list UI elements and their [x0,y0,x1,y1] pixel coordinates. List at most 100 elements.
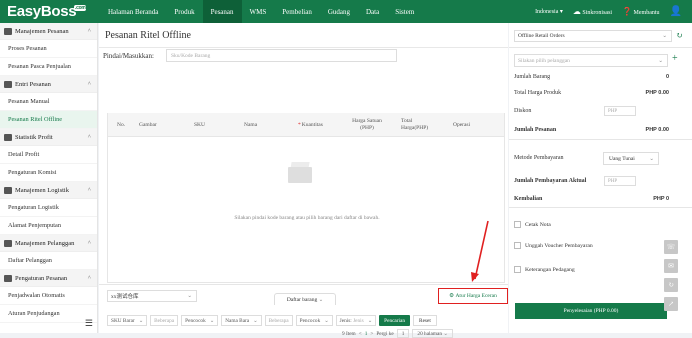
page-size-select[interactable]: 20 halaman ⌄ [412,329,453,338]
col-unit-price: Harga Satuan (PHP) [352,118,382,131]
page-title: Pesanan Ritel Offline [105,30,191,41]
item-qty-row: Jumlah Barang 0 [514,74,669,80]
sidebar-item-logistics-settings[interactable]: Pengaturan Logistik [0,199,97,217]
col-quantity: * Kuantitas [298,121,323,128]
chevron-down-icon: ⌄ [138,317,144,324]
sidebar-item-commission[interactable]: Pengaturan Komisi [0,164,97,182]
next-page-icon[interactable]: > [370,331,373,337]
sku-filter-input[interactable]: Beberapa [150,315,179,326]
name-match-select[interactable]: Pencocok ⌄ [295,315,333,326]
settle-button[interactable]: Penyelesaian (PHP 0.00) [515,303,667,319]
col-image: Gambar [139,121,157,128]
set-retail-price-button[interactable]: ⚙ Atur Harga Eceran [438,288,508,304]
name-filter-select[interactable]: Nama Bara ⌄ [221,315,262,326]
order-type-select[interactable]: Offline Retail Orders ⌄ [514,30,672,42]
sidebar-item-pickup-address[interactable]: Alamat Penjemputan [0,217,97,235]
nav-warehouse[interactable]: Gudang [320,0,358,23]
goods-list-toggle[interactable]: Daftar barang ⌄ [274,293,336,305]
gear-icon: ⚙ [449,293,455,299]
sync-icon[interactable]: ↻ [664,278,678,292]
product-picker: xx测试仓库 ⌄ Daftar barang ⌄ ⚙ Atur Harga Ece… [99,284,508,338]
add-customer-icon[interactable]: + [672,53,678,64]
sidebar-item-auto-schedule[interactable]: Penjadwalan Otomatis [0,287,97,305]
sidebar-item-process-orders[interactable]: Proses Pesanan [0,40,97,58]
scan-input[interactable]: Sku/Kode Barang [166,49,397,62]
nav-system[interactable]: Sistem [387,0,422,23]
nav-home[interactable]: Halaman Beranda [100,0,166,23]
sidebar-item-offline-retail[interactable]: Pesanan Ritel Offline [0,111,97,129]
sidebar-group-profit[interactable]: Statistik Profit ˄ [0,129,97,146]
logo[interactable]: EasyBoss .com [0,3,100,20]
table-header: No. Gambar SKU Nama * Kuantitas Harga Sat… [107,113,505,137]
page-number[interactable]: 1 [365,331,368,337]
chevron-down-icon: ⌄ [318,296,324,303]
pagination: 9 Item < 1 > Pergi ke 1 20 halaman ⌄ [342,329,453,338]
chevron-down-icon: ▾ [559,9,563,15]
region-selector[interactable]: Indonesia ▾ [535,8,563,15]
nav-data[interactable]: Data [358,0,387,23]
discount-input[interactable]: PHP [604,106,636,116]
order-total-row: Jumlah Pesanan PHP 0.00 [514,127,669,133]
type-filter-select[interactable]: Jenis: Jenis ⌄ [335,315,377,326]
nav-purchase[interactable]: Pembelian [274,0,320,23]
nav-orders[interactable]: Pesanan [202,0,242,23]
col-total: Total Harga(PHP) [401,118,429,131]
refresh-icon[interactable]: ↻ [676,31,683,40]
prev-page-icon[interactable]: < [359,331,362,337]
warehouse-select[interactable]: xx测试仓库 ⌄ [107,290,197,302]
divider [509,207,692,208]
search-button[interactable]: Pencarian [379,315,411,326]
col-no: No. [117,121,126,128]
upload-voucher-checkbox[interactable]: Unggah Voucher Pembayaran [514,242,593,249]
truck-icon [4,186,12,194]
sidebar-item-customer-list[interactable]: Daftar Pelanggan [0,252,97,270]
sidebar-group-customers[interactable]: Manajemen Pelanggan ˄ [0,235,97,252]
sync-button[interactable]: ☁ Sinkronisasi [573,7,612,16]
customer-select[interactable]: Silakan pilih pelanggan ⌄ [514,54,668,67]
customer-icon [4,239,12,247]
sidebar-item-after-sales[interactable]: Pesanan Pasca Penjualan [0,58,97,76]
sku-filter-select[interactable]: SKU Barar ⌄ [107,315,148,326]
chevron-up-icon: ˄ [87,187,91,193]
sidebar-item-profit-detail[interactable]: Detail Profit [0,146,97,164]
chat-icon[interactable]: ✉ [664,259,678,273]
goto-page-input[interactable]: 1 [396,329,410,338]
entry-icon [4,80,12,88]
settings-icon [4,274,12,282]
chevron-down-icon: ⌄ [443,330,448,337]
empty-message: Silakan pindai kode barang atau pilih ba… [234,215,380,221]
help-button[interactable]: ❓ Membantu [622,7,659,16]
product-total-row: Total Harga Produk PHP 0.00 [514,90,669,96]
share-icon[interactable]: ↗ [664,297,678,311]
main-panel: Pesanan Ritel Offline Pindai/Masukkan: S… [99,23,508,338]
sidebar: Manajemen Pesanan ˄ Proses Pesanan Pesana… [0,23,98,333]
table-body: Silakan pindai kode barang atau pilih ba… [107,137,505,283]
nav-product[interactable]: Produk [166,0,202,23]
print-receipt-checkbox[interactable]: Cetak Nota [514,221,551,228]
payment-method-select[interactable]: Uang Tunai ⌄ [603,152,659,165]
actual-payment-input[interactable]: PHP [604,176,636,186]
sku-match-select[interactable]: Pencocok ⌄ [181,315,219,326]
chart-icon [4,133,12,141]
sidebar-item-split-rules[interactable]: Aturan Penjudangan [0,305,97,323]
merchant-note-checkbox[interactable]: Keterangan Pedagang [514,266,575,273]
chevron-up-icon: ˄ [87,28,91,34]
reset-button[interactable]: Reset [413,315,437,326]
menu-icon[interactable]: ☰ [85,318,93,329]
sidebar-item-manual-order[interactable]: Pesanan Manual [0,93,97,111]
chevron-down-icon: ⌄ [209,317,215,324]
name-filter-input[interactable]: Beberapa [264,315,293,326]
chevron-down-icon: ⌄ [658,57,663,64]
sidebar-group-order-settings[interactable]: Pengaturan Pesanan ˄ [0,270,97,287]
sidebar-group-order-management[interactable]: Manajemen Pesanan ˄ [0,23,97,40]
nav-wms[interactable]: WMS [242,0,275,23]
headset-icon[interactable]: ☏ [664,240,678,254]
chevron-up-icon: ˄ [87,240,91,246]
empty-box-icon [285,161,315,183]
change-row: Kembalian PHP 0 [514,196,669,202]
chevron-down-icon: ⌄ [649,155,654,162]
user-icon[interactable]: 👤 [670,6,682,17]
sidebar-group-order-entry[interactable]: Entri Pesanan ˄ [0,76,97,93]
sidebar-group-logistics[interactable]: Manajemen Logistik ˄ [0,182,97,199]
filter-row: SKU Barar ⌄ Beberapa Pencocok ⌄ Nama Bara ⌄… [107,315,437,326]
